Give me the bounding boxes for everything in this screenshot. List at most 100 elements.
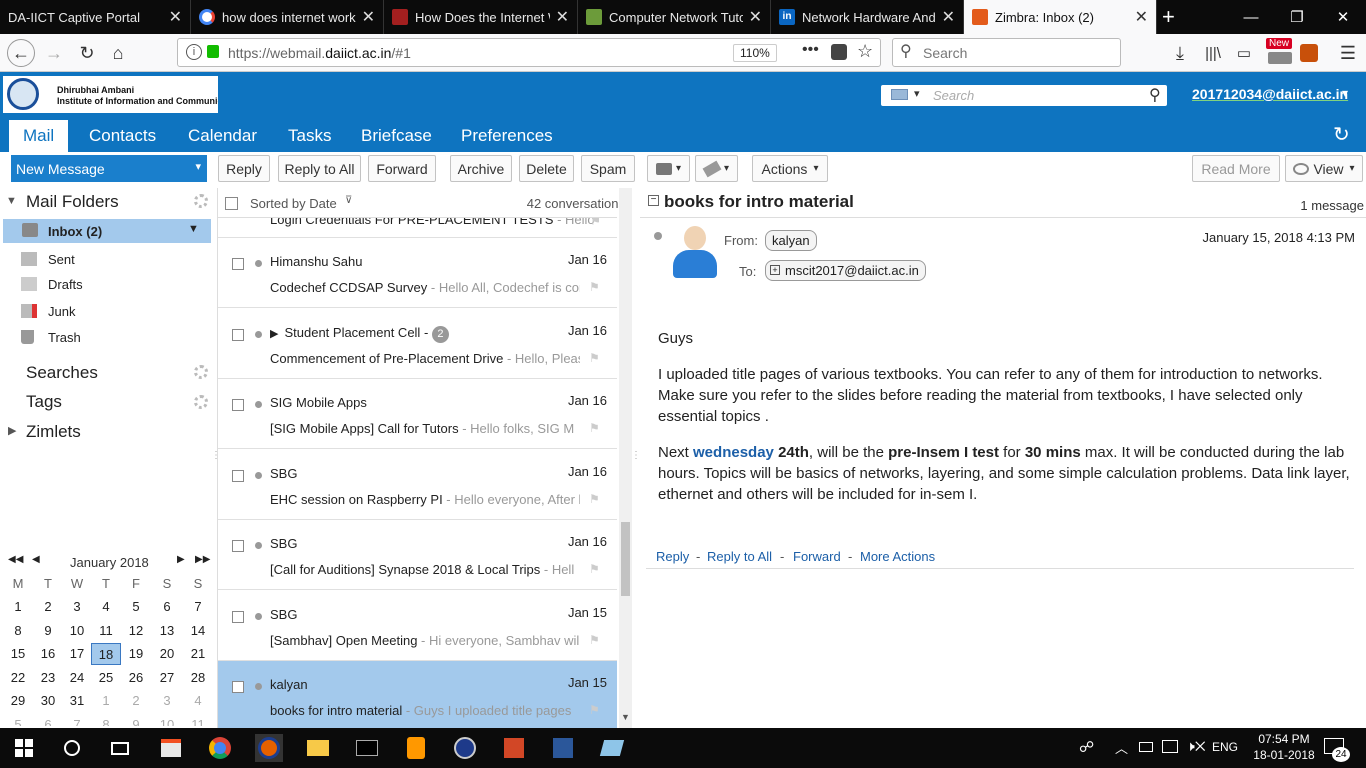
calendar-day[interactable]: 26 — [121, 667, 151, 689]
unread-dot[interactable] — [255, 612, 262, 620]
calendar-day[interactable]: 1 — [3, 596, 33, 618]
forward-button[interactable]: Forward — [368, 155, 436, 182]
people-icon[interactable]: ☍ — [1079, 738, 1094, 756]
calendar-day[interactable]: 30 — [33, 690, 63, 712]
browser-tab[interactable]: How Does the Internet W ✕ — [384, 0, 578, 34]
close-tab-icon[interactable]: ✕ — [749, 7, 762, 27]
sidebar-item-sent[interactable]: Sent — [0, 247, 211, 271]
expand-arrow-icon[interactable]: ▶ — [270, 328, 278, 340]
browser-tab[interactable]: how does internet works ✕ — [191, 0, 384, 34]
searches-header[interactable]: Searches — [26, 363, 98, 383]
tab-contacts[interactable]: Contacts — [89, 118, 156, 152]
select-all-checkbox[interactable] — [225, 197, 238, 210]
row-checkbox[interactable] — [232, 610, 244, 623]
list-item[interactable]: Himanshu Sahu Jan 16 Codechef CCDSAP Surve… — [218, 238, 617, 308]
unread-dot[interactable] — [255, 683, 262, 690]
powerpoint-icon[interactable] — [500, 734, 528, 762]
calendar-day[interactable]: 10 — [152, 714, 182, 726]
sort-arrow-icon[interactable]: ⊽ — [345, 195, 352, 206]
calendar-day[interactable]: 8 — [3, 620, 33, 642]
calendar-day[interactable]: 4 — [183, 690, 213, 712]
calendar-day[interactable]: 5 — [121, 596, 151, 618]
list-item[interactable]: SBG Jan 16 [Call for Auditions] Synapse 20… — [218, 520, 617, 590]
minimize-icon[interactable]: — — [1228, 0, 1274, 34]
actions-button[interactable]: Actions ▾ — [752, 155, 828, 182]
collapse-triangle-icon[interactable]: ▼ — [6, 195, 17, 207]
cortana-icon[interactable] — [58, 734, 86, 762]
sidebar-item-drafts[interactable]: Drafts — [0, 272, 211, 296]
calendar-day[interactable]: 21 — [183, 643, 213, 665]
new-tab-button[interactable]: + — [1162, 4, 1175, 30]
unread-dot[interactable] — [255, 542, 262, 549]
volume-muted-icon[interactable]: 🕨✕ — [1186, 738, 1206, 755]
flag-icon[interactable]: ⚑ — [589, 351, 601, 365]
reply-all-link[interactable]: Reply to All — [707, 549, 772, 564]
calendar-day[interactable]: 2 — [121, 690, 151, 712]
flag-icon[interactable]: ⚑ — [589, 280, 601, 294]
reply-link[interactable]: Reply — [656, 549, 689, 564]
calendar-day[interactable]: 9 — [33, 620, 63, 642]
zoom-level[interactable]: 110% — [733, 44, 777, 62]
user-menu[interactable]: 201712034@daiict.ac.in — [1192, 86, 1348, 102]
row-checkbox[interactable] — [232, 540, 244, 552]
list-item[interactable]: kalyan Jan 15 books for intro material - G… — [218, 661, 617, 731]
close-tab-icon[interactable]: ✕ — [1135, 7, 1148, 27]
new-message-button[interactable]: New Message ▾ — [11, 155, 207, 182]
forward-icon[interactable]: → — [40, 39, 68, 67]
read-more-button[interactable]: Read More — [1192, 155, 1280, 182]
row-checkbox[interactable] — [232, 681, 244, 693]
calendar-day[interactable]: 24 — [62, 667, 92, 689]
calendar-day[interactable]: 15 — [3, 643, 33, 665]
close-tab-icon[interactable]: ✕ — [942, 7, 955, 27]
chevron-down-icon[interactable]: ▼ — [188, 223, 199, 235]
calendar-day[interactable]: 23 — [33, 667, 63, 689]
scroll-down-icon[interactable]: ▼ — [621, 712, 630, 722]
cmd-icon[interactable] — [353, 734, 381, 762]
file-explorer-icon[interactable] — [304, 734, 332, 762]
back-icon[interactable]: ← — [7, 39, 35, 67]
sidebar-item-inbox[interactable]: Inbox (2) ▼ — [3, 219, 211, 243]
prev-year-icon[interactable]: ◀◀ — [8, 554, 23, 565]
tab-briefcase[interactable]: Briefcase — [361, 118, 432, 152]
forward-link[interactable]: Forward — [793, 549, 841, 564]
splitter-handle[interactable]: ⋮ — [211, 450, 221, 461]
calendar-day[interactable]: 5 — [3, 714, 33, 726]
archive-button[interactable]: Archive — [450, 155, 512, 182]
calendar-day[interactable]: 13 — [152, 620, 182, 642]
unread-dot[interactable] — [255, 471, 262, 479]
calendar-day[interactable]: 9 — [121, 714, 151, 726]
next-month-icon[interactable]: ▶ — [177, 554, 185, 565]
chevron-down-icon[interactable]: ▾ — [914, 87, 920, 100]
reply-all-button[interactable]: Reply to All — [278, 155, 361, 182]
downloads-icon[interactable]: ⤓ — [1166, 39, 1194, 67]
pocket-icon[interactable] — [831, 44, 847, 60]
calendar-day[interactable]: 2 — [33, 596, 63, 618]
calendar-day-today[interactable]: 18 — [91, 643, 121, 665]
app-icon[interactable] — [598, 734, 626, 762]
calendar-day[interactable]: 3 — [152, 690, 182, 712]
calendar-day[interactable]: 6 — [152, 596, 182, 618]
tag-button[interactable]: ▾ — [695, 155, 738, 182]
battery-icon[interactable] — [1139, 742, 1153, 752]
tab-tasks[interactable]: Tasks — [288, 118, 331, 152]
task-view-icon[interactable] — [106, 734, 134, 762]
calendar-day[interactable]: 28 — [183, 667, 213, 689]
calendar-day[interactable]: 1 — [91, 690, 121, 712]
list-item[interactable]: SBG Jan 15 [Sambhav] Open Meeting - Hi eve… — [218, 591, 617, 661]
calendar-day[interactable]: 20 — [152, 643, 182, 665]
calendar-day[interactable]: 17 — [62, 643, 92, 665]
clock-date[interactable]: 18-01-2018 — [1251, 748, 1317, 762]
zimlets-header[interactable]: Zimlets — [26, 422, 81, 442]
network-icon[interactable] — [1162, 740, 1178, 753]
gear-icon[interactable] — [194, 365, 208, 379]
flag-icon[interactable]: ⚑ — [590, 218, 601, 228]
calendar-day[interactable]: 16 — [33, 643, 63, 665]
gear-icon[interactable] — [194, 395, 208, 409]
expand-icon[interactable]: + — [770, 265, 780, 275]
home-icon[interactable]: ⌂ — [104, 39, 132, 67]
calendar-day[interactable]: 4 — [91, 596, 121, 618]
unread-dot[interactable] — [255, 330, 262, 338]
browser-tab[interactable]: in Network Hardware And S ✕ — [771, 0, 964, 34]
restore-icon[interactable]: ❐ — [1274, 0, 1320, 34]
more-actions-link[interactable]: More Actions — [860, 549, 935, 564]
